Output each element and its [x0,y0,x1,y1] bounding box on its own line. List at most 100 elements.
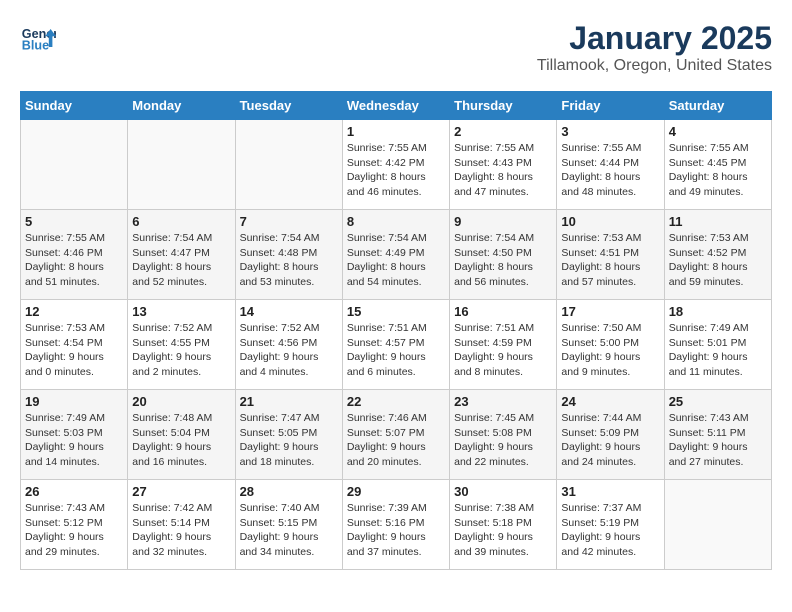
calendar-week-3: 12 Sunrise: 7:53 AM Sunset: 4:54 PM Dayli… [21,300,772,390]
day-info: Sunrise: 7:48 AM Sunset: 5:04 PM Dayligh… [132,411,230,470]
day-number: 3 [561,124,659,139]
calendar-cell: 17 Sunrise: 7:50 AM Sunset: 5:00 PM Dayli… [557,300,664,390]
day-number: 29 [347,484,445,499]
day-number: 7 [240,214,338,229]
day-info: Sunrise: 7:46 AM Sunset: 5:07 PM Dayligh… [347,411,445,470]
day-info: Sunrise: 7:43 AM Sunset: 5:11 PM Dayligh… [669,411,767,470]
day-info: Sunrise: 7:38 AM Sunset: 5:18 PM Dayligh… [454,501,552,560]
calendar-header-row: SundayMondayTuesdayWednesdayThursdayFrid… [21,92,772,120]
day-info: Sunrise: 7:54 AM Sunset: 4:49 PM Dayligh… [347,231,445,290]
calendar-cell: 23 Sunrise: 7:45 AM Sunset: 5:08 PM Dayli… [450,390,557,480]
page-header: General Blue January 2025 Tillamook, Ore… [20,20,772,75]
day-header-tuesday: Tuesday [235,92,342,120]
calendar-cell: 14 Sunrise: 7:52 AM Sunset: 4:56 PM Dayli… [235,300,342,390]
day-number: 5 [25,214,123,229]
day-number: 21 [240,394,338,409]
calendar-table: SundayMondayTuesdayWednesdayThursdayFrid… [20,91,772,570]
day-number: 23 [454,394,552,409]
day-number: 26 [25,484,123,499]
day-number: 15 [347,304,445,319]
day-info: Sunrise: 7:55 AM Sunset: 4:43 PM Dayligh… [454,141,552,200]
day-header-monday: Monday [128,92,235,120]
calendar-cell: 12 Sunrise: 7:53 AM Sunset: 4:54 PM Dayli… [21,300,128,390]
day-number: 2 [454,124,552,139]
day-number: 24 [561,394,659,409]
day-info: Sunrise: 7:37 AM Sunset: 5:19 PM Dayligh… [561,501,659,560]
day-number: 4 [669,124,767,139]
calendar-cell: 22 Sunrise: 7:46 AM Sunset: 5:07 PM Dayli… [342,390,449,480]
day-info: Sunrise: 7:51 AM Sunset: 4:57 PM Dayligh… [347,321,445,380]
day-info: Sunrise: 7:45 AM Sunset: 5:08 PM Dayligh… [454,411,552,470]
day-header-friday: Friday [557,92,664,120]
day-number: 22 [347,394,445,409]
calendar-cell: 24 Sunrise: 7:44 AM Sunset: 5:09 PM Dayli… [557,390,664,480]
day-info: Sunrise: 7:39 AM Sunset: 5:16 PM Dayligh… [347,501,445,560]
calendar-cell: 25Sunrise: 7:43 AM Sunset: 5:11 PM Dayli… [664,390,771,480]
calendar-cell: 11 Sunrise: 7:53 AM Sunset: 4:52 PM Dayli… [664,210,771,300]
calendar-week-1: 1 Sunrise: 7:55 AM Sunset: 4:42 PM Daylig… [21,120,772,210]
day-info: Sunrise: 7:40 AM Sunset: 5:15 PM Dayligh… [240,501,338,560]
day-info: Sunrise: 7:49 AM Sunset: 5:03 PM Dayligh… [25,411,123,470]
svg-text:Blue: Blue [22,39,49,53]
day-number: 30 [454,484,552,499]
calendar-cell: 18Sunrise: 7:49 AM Sunset: 5:01 PM Dayli… [664,300,771,390]
logo: General Blue [20,20,56,56]
day-info: Sunrise: 7:55 AM Sunset: 4:42 PM Dayligh… [347,141,445,200]
calendar-cell: 6Sunrise: 7:54 AM Sunset: 4:47 PM Daylig… [128,210,235,300]
day-info: Sunrise: 7:44 AM Sunset: 5:09 PM Dayligh… [561,411,659,470]
calendar-cell: 19Sunrise: 7:49 AM Sunset: 5:03 PM Dayli… [21,390,128,480]
day-number: 16 [454,304,552,319]
calendar-week-4: 19Sunrise: 7:49 AM Sunset: 5:03 PM Dayli… [21,390,772,480]
calendar-week-5: 26 Sunrise: 7:43 AM Sunset: 5:12 PM Dayli… [21,480,772,570]
day-header-wednesday: Wednesday [342,92,449,120]
calendar-body: 1 Sunrise: 7:55 AM Sunset: 4:42 PM Daylig… [21,120,772,570]
day-number: 14 [240,304,338,319]
calendar-cell: 28 Sunrise: 7:40 AM Sunset: 5:15 PM Dayli… [235,480,342,570]
day-number: 1 [347,124,445,139]
calendar-cell: 20Sunrise: 7:48 AM Sunset: 5:04 PM Dayli… [128,390,235,480]
day-number: 11 [669,214,767,229]
calendar-cell: 26 Sunrise: 7:43 AM Sunset: 5:12 PM Dayli… [21,480,128,570]
calendar-cell: 15 Sunrise: 7:51 AM Sunset: 4:57 PM Dayli… [342,300,449,390]
calendar-cell: 8 Sunrise: 7:54 AM Sunset: 4:49 PM Daylig… [342,210,449,300]
calendar-cell: 5 Sunrise: 7:55 AM Sunset: 4:46 PM Daylig… [21,210,128,300]
day-number: 13 [132,304,230,319]
day-info: Sunrise: 7:53 AM Sunset: 4:54 PM Dayligh… [25,321,123,380]
calendar-cell [664,480,771,570]
day-info: Sunrise: 7:43 AM Sunset: 5:12 PM Dayligh… [25,501,123,560]
logo-icon: General Blue [20,20,56,56]
day-info: Sunrise: 7:55 AM Sunset: 4:46 PM Dayligh… [25,231,123,290]
day-info: Sunrise: 7:50 AM Sunset: 5:00 PM Dayligh… [561,321,659,380]
day-number: 17 [561,304,659,319]
day-info: Sunrise: 7:53 AM Sunset: 4:51 PM Dayligh… [561,231,659,290]
calendar-cell: 4 Sunrise: 7:55 AM Sunset: 4:45 PM Daylig… [664,120,771,210]
calendar-cell: 21 Sunrise: 7:47 AM Sunset: 5:05 PM Dayli… [235,390,342,480]
day-number: 31 [561,484,659,499]
day-info: Sunrise: 7:42 AM Sunset: 5:14 PM Dayligh… [132,501,230,560]
calendar-cell: 9 Sunrise: 7:54 AM Sunset: 4:50 PM Daylig… [450,210,557,300]
day-info: Sunrise: 7:55 AM Sunset: 4:44 PM Dayligh… [561,141,659,200]
day-info: Sunrise: 7:54 AM Sunset: 4:50 PM Dayligh… [454,231,552,290]
day-number: 9 [454,214,552,229]
day-info: Sunrise: 7:54 AM Sunset: 4:47 PM Dayligh… [132,231,230,290]
day-number: 8 [347,214,445,229]
calendar-cell [21,120,128,210]
calendar-cell: 31 Sunrise: 7:37 AM Sunset: 5:19 PM Dayli… [557,480,664,570]
day-info: Sunrise: 7:52 AM Sunset: 4:56 PM Dayligh… [240,321,338,380]
day-number: 28 [240,484,338,499]
calendar-cell: 2 Sunrise: 7:55 AM Sunset: 4:43 PM Daylig… [450,120,557,210]
page-title: January 2025 [537,20,772,57]
day-number: 18 [669,304,767,319]
calendar-cell [128,120,235,210]
day-header-sunday: Sunday [21,92,128,120]
day-info: Sunrise: 7:54 AM Sunset: 4:48 PM Dayligh… [240,231,338,290]
calendar-cell: 16Sunrise: 7:51 AM Sunset: 4:59 PM Dayli… [450,300,557,390]
calendar-cell: 27 Sunrise: 7:42 AM Sunset: 5:14 PM Dayli… [128,480,235,570]
day-number: 27 [132,484,230,499]
day-number: 12 [25,304,123,319]
calendar-cell: 1 Sunrise: 7:55 AM Sunset: 4:42 PM Daylig… [342,120,449,210]
day-info: Sunrise: 7:55 AM Sunset: 4:45 PM Dayligh… [669,141,767,200]
day-info: Sunrise: 7:53 AM Sunset: 4:52 PM Dayligh… [669,231,767,290]
day-header-thursday: Thursday [450,92,557,120]
day-info: Sunrise: 7:47 AM Sunset: 5:05 PM Dayligh… [240,411,338,470]
